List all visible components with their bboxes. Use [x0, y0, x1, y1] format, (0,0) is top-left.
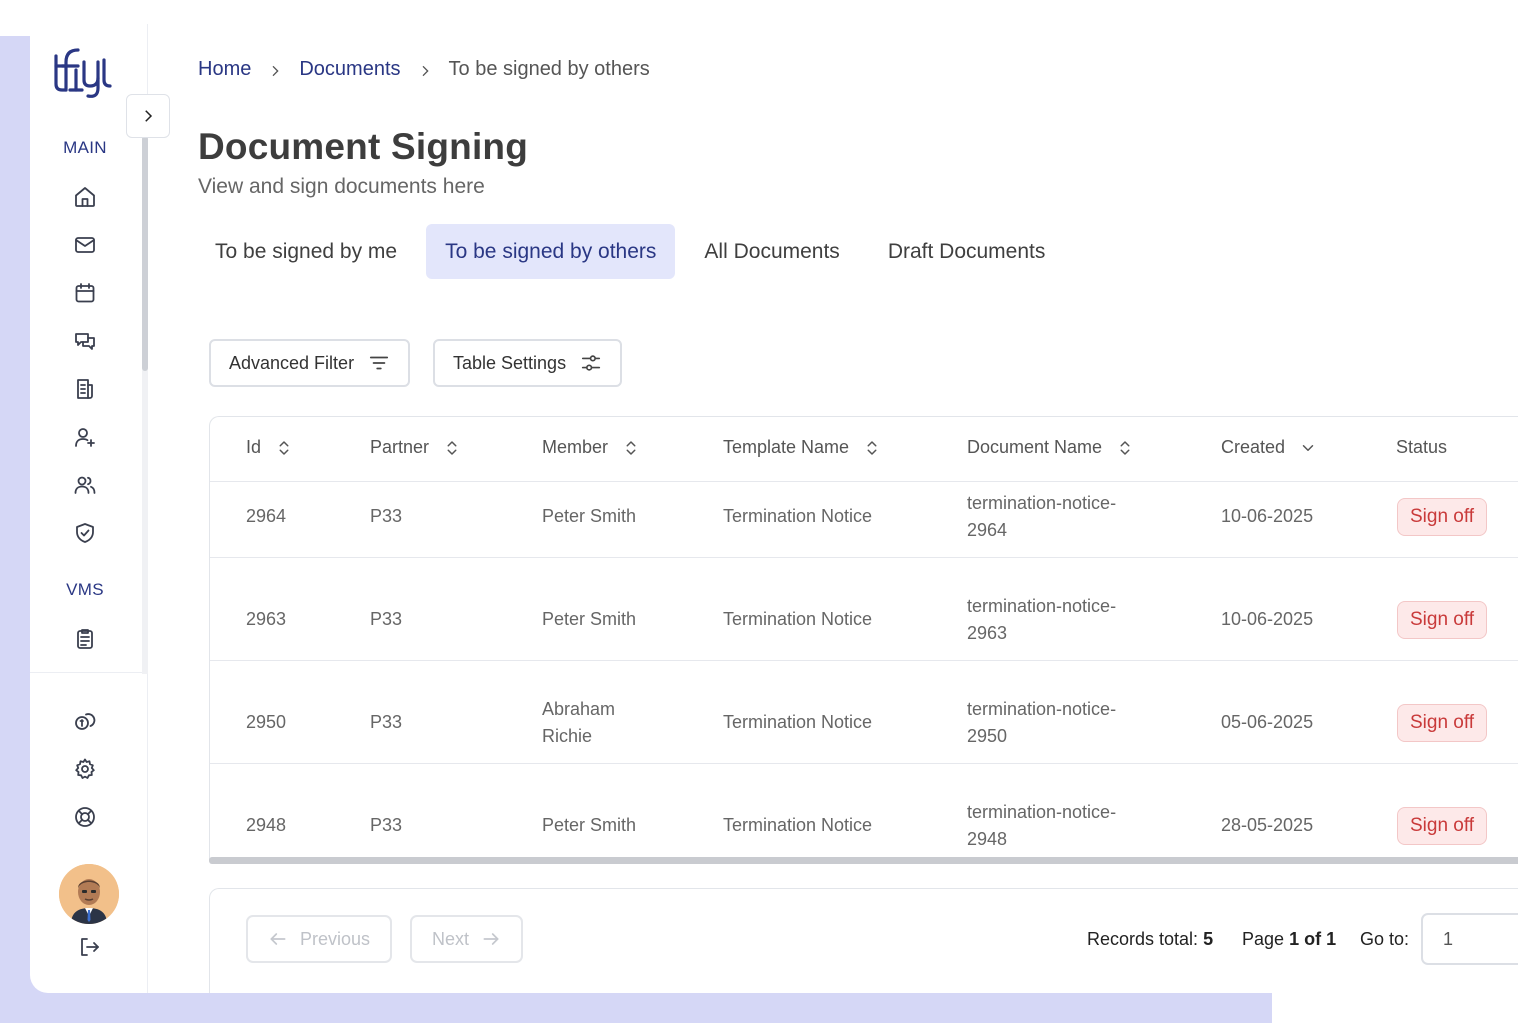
cell-template-name: Termination Notice: [723, 609, 873, 629]
page-subtitle: View and sign documents here: [198, 175, 485, 198]
users-icon[interactable]: [72, 472, 98, 498]
table-row[interactable]: 2950 P33 Abraham Richie Termination Noti…: [210, 661, 1518, 764]
sort-icon: [867, 440, 877, 455]
sidebar-divider: [30, 672, 148, 673]
app-frame: MAIN VMS Home Documents To be signed by …: [30, 24, 1518, 993]
page-title: Document Signing: [198, 126, 529, 167]
previous-button[interactable]: Previous: [246, 915, 393, 963]
cell-member: Peter Smith: [542, 506, 637, 526]
tab-all-documents[interactable]: All Documents: [685, 224, 858, 279]
pagination-bar: Previous Next Records total: 5 Page 1 of…: [209, 888, 1518, 993]
records-total: Records total: 5: [1087, 929, 1214, 949]
filter-icon: [369, 356, 389, 370]
cell-document-name: termination-notice- 2948: [967, 802, 1117, 849]
cell-id: 2964: [246, 506, 287, 526]
cell-member: Abraham Richie: [542, 699, 616, 746]
advanced-filter-label: Advanced Filter: [229, 352, 355, 373]
advanced-filter-button[interactable]: Advanced Filter: [209, 339, 411, 387]
cell-created: 28-05-2025: [1221, 815, 1314, 835]
calendar-icon[interactable]: [72, 280, 98, 306]
status-badge[interactable]: Sign off: [1397, 807, 1488, 845]
tab-signed-by-others[interactable]: To be signed by others: [426, 224, 676, 279]
mail-icon[interactable]: [72, 232, 98, 258]
breadcrumb-home[interactable]: Home: [198, 58, 251, 81]
goto-label: Go to:: [1360, 929, 1410, 949]
cell-document-name: termination-notice- 2964: [967, 493, 1117, 540]
table-row[interactable]: 2963 P33 Peter Smith Termination Notice …: [210, 558, 1518, 661]
home-icon[interactable]: [72, 184, 98, 210]
breadcrumb: Home Documents To be signed by others: [198, 58, 650, 81]
coins-icon[interactable]: [72, 708, 98, 734]
cell-id: 2948: [246, 815, 287, 835]
cell-document-name: termination-notice- 2963: [967, 596, 1117, 643]
page-indicator: Page 1 of 1: [1242, 929, 1337, 949]
sidebar-toggle-button[interactable]: [126, 94, 170, 138]
chevron-right-icon: [267, 62, 283, 78]
section-label-main: MAIN: [63, 138, 107, 157]
add-user-icon[interactable]: [72, 424, 98, 450]
goto-page-input[interactable]: [1421, 913, 1518, 965]
cell-id: 2963: [246, 609, 287, 629]
chevron-right-icon: [145, 110, 153, 122]
cell-created: 10-06-2025: [1221, 506, 1314, 526]
lifebuoy-icon[interactable]: [72, 804, 98, 830]
cell-member: Peter Smith: [542, 815, 637, 835]
gear-icon[interactable]: [72, 756, 98, 782]
table-settings-label: Table Settings: [453, 352, 567, 373]
chevron-down-icon: [1302, 444, 1314, 451]
documents-table: Id Partner Member Template Name Document…: [209, 416, 1518, 860]
breadcrumb-documents[interactable]: Documents: [299, 58, 400, 81]
cell-partner: P33: [370, 609, 403, 629]
chat-icon[interactable]: [72, 328, 98, 354]
tab-draft-documents[interactable]: Draft Documents: [869, 224, 1065, 279]
cell-template-name: Termination Notice: [723, 506, 873, 526]
status-badge[interactable]: Sign off: [1397, 601, 1488, 639]
sort-icon: [447, 440, 457, 455]
tab-signed-by-me[interactable]: To be signed by me: [196, 224, 416, 279]
table-settings-button[interactable]: Table Settings: [433, 339, 623, 387]
table-row[interactable]: 2964 P33 Peter Smith Termination Notice …: [210, 455, 1518, 558]
cell-document-name: termination-notice- 2950: [967, 699, 1117, 746]
avatar[interactable]: [59, 864, 119, 924]
sort-icon: [1120, 440, 1130, 455]
tab-bar: To be signed by me To be signed by other…: [196, 224, 1064, 279]
cell-template-name: Termination Notice: [723, 712, 873, 732]
breadcrumb-current: To be signed by others: [448, 58, 650, 80]
shield-check-icon[interactable]: [72, 520, 98, 546]
sidebar: MAIN VMS: [30, 24, 148, 993]
cell-id: 2950: [246, 712, 287, 732]
table-row[interactable]: 2948 P33 Peter Smith Termination Notice …: [210, 764, 1518, 859]
chevron-right-icon: [417, 62, 433, 78]
cell-member: Peter Smith: [542, 609, 637, 629]
logo[interactable]: [52, 44, 116, 100]
status-badge[interactable]: Sign off: [1397, 498, 1488, 536]
arrow-left-icon: [270, 933, 286, 945]
cell-created: 10-06-2025: [1221, 609, 1314, 629]
cell-partner: P33: [370, 712, 403, 732]
next-button[interactable]: Next: [410, 915, 524, 963]
status-badge[interactable]: Sign off: [1397, 704, 1488, 742]
section-label-vms: VMS: [66, 580, 104, 599]
sort-icon: [279, 440, 289, 455]
table-horizontal-scrollbar[interactable]: [209, 857, 1518, 864]
sidebar-scrollbar[interactable]: [142, 136, 148, 371]
cell-created: 05-06-2025: [1221, 712, 1314, 732]
clipboard-icon[interactable]: [72, 626, 98, 652]
arrow-right-icon: [483, 933, 499, 945]
cell-template-name: Termination Notice: [723, 815, 873, 835]
cell-partner: P33: [370, 506, 403, 526]
sliders-icon: [582, 355, 601, 371]
sort-icon: [626, 440, 636, 455]
document-icon[interactable]: [72, 376, 98, 402]
logout-icon[interactable]: [76, 934, 102, 960]
cell-partner: P33: [370, 815, 403, 835]
